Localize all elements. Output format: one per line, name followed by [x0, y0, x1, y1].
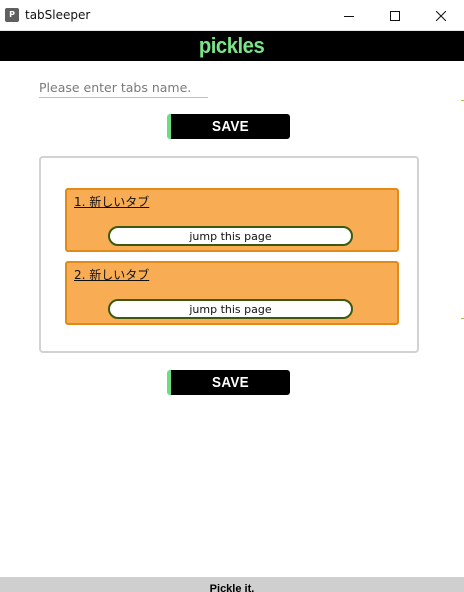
- footer-text: Pickle it.: [209, 583, 255, 592]
- tab-title-link[interactable]: 2. 新しいタブ: [74, 266, 149, 283]
- tab-card: 1. 新しいタブ jump this page: [65, 188, 399, 252]
- window-title: tabSleeper: [25, 8, 91, 22]
- tabs-name-input[interactable]: [39, 78, 208, 98]
- save-button-bottom[interactable]: SAVE: [167, 370, 290, 395]
- saved-tabs-panel: 1. 新しいタブ jump this page 2. 新しいタブ jump th…: [39, 156, 419, 353]
- close-button[interactable]: [418, 0, 464, 31]
- minimize-icon: [344, 15, 354, 17]
- app-footer: Pickle it.: [0, 577, 464, 592]
- maximize-button[interactable]: [372, 0, 418, 31]
- tab-card: 2. 新しいタブ jump this page: [65, 261, 399, 325]
- tab-title-link[interactable]: 1. 新しいタブ: [74, 193, 149, 210]
- minimize-button[interactable]: [326, 0, 372, 31]
- jump-page-button[interactable]: jump this page: [108, 226, 353, 246]
- close-icon: [436, 10, 446, 21]
- save-button-label: SAVE: [212, 118, 249, 135]
- brand-logo: pickles: [199, 33, 265, 58]
- jump-page-button[interactable]: jump this page: [108, 299, 353, 319]
- window-titlebar: P tabSleeper: [0, 0, 464, 31]
- maximize-icon: [390, 10, 400, 21]
- save-button-label: SAVE: [212, 374, 249, 391]
- save-button-top[interactable]: SAVE: [167, 114, 290, 139]
- app-header: pickles: [0, 31, 464, 61]
- app-icon: P: [5, 8, 19, 22]
